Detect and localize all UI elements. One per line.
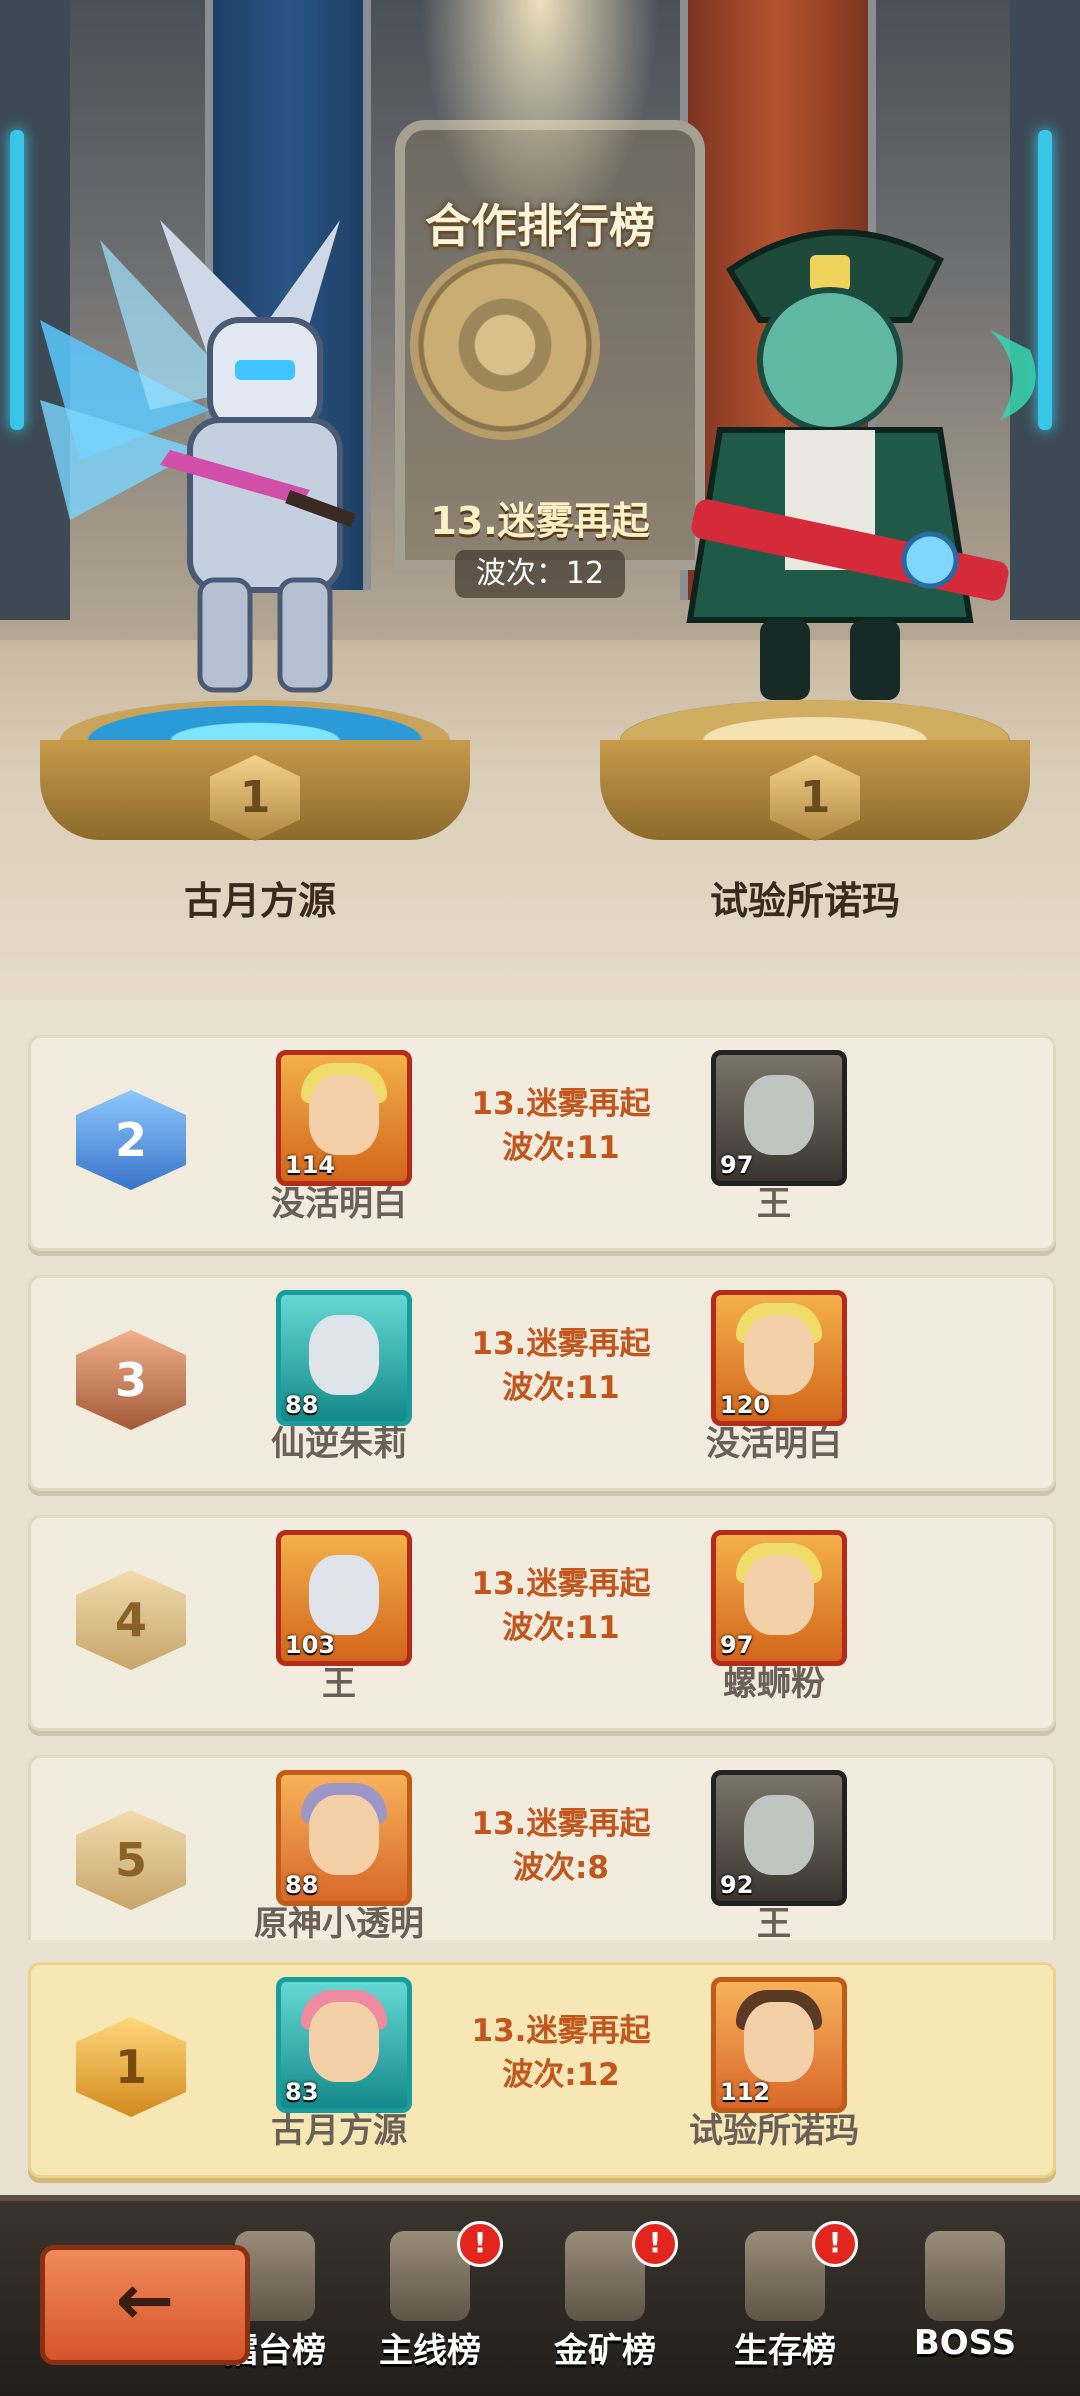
avatar[interactable]: 97 [711,1050,847,1186]
tab-gold-mine[interactable]: ! 金矿榜 [520,2221,690,2381]
skull-icon [925,2231,1005,2321]
back-button[interactable]: ← [40,2245,250,2365]
stage-name: 13.迷雾再起 [471,2013,651,2049]
tab-label: 金矿榜 [554,2331,656,2371]
stage-name: 13.迷雾再起 [471,1566,651,1602]
avatar[interactable]: 88 [276,1770,412,1906]
tab-label: BOSS [913,2323,1017,2363]
level-label: 83 [285,2078,319,2106]
tab-main-line[interactable]: ! 主线榜 [345,2221,515,2381]
rank-badge: 1 [76,2017,186,2117]
stage-name: 13.迷雾再起 [471,1326,651,1362]
rank-row[interactable]: 3 88 仙逆朱莉 13.迷雾再起 波次:11 120 没活明白 [28,1275,1056,1491]
wave-count: 波次:11 [502,1610,620,1646]
level-label: 114 [285,1151,336,1179]
tab-label: 生存榜 [734,2331,836,2371]
avatar[interactable]: 97 [711,1530,847,1666]
alert-badge: ! [812,2221,858,2267]
tab-survival[interactable]: ! 生存榜 [700,2221,870,2381]
top-player-right-name[interactable]: 试验所诺玛 [605,870,1005,925]
player-name: 王 [757,1184,791,1224]
level-label: 97 [720,1151,754,1179]
rank-row[interactable]: 4 103 王 13.迷雾再起 波次:11 97 螺蛳粉 [28,1515,1056,1731]
avatar[interactable]: 83 [276,1977,412,2113]
rank-badge: 2 [76,1090,186,1190]
level-label: 92 [720,1871,754,1899]
player-name: 王 [322,1664,356,1704]
wave-count: 波次:12 [502,2057,620,2093]
alert-badge: ! [457,2221,503,2267]
arrow-left-icon: ← [115,2259,175,2341]
my-rank-row[interactable]: 1 83 古月方源 13.迷雾再起 波次:12 112 试验所诺玛 [28,1962,1056,2178]
tab-boss[interactable]: BOSS [880,2231,1050,2381]
wave-count: 波次:11 [502,1130,620,1166]
top-stage-name: 13.迷雾再起 [430,499,650,543]
level-label: 103 [285,1631,336,1659]
player-name: 王 [757,1904,791,1940]
level-label: 112 [720,2078,771,2106]
avatar[interactable]: 103 [276,1530,412,1666]
pedestal-left: 1 [40,700,470,850]
avatar[interactable]: 92 [711,1770,847,1906]
rank-row[interactable]: 2 114 没活明白 13.迷雾再起 波次:11 97 王 [28,1035,1056,1251]
player-name: 螺蛳粉 [723,1664,825,1704]
rank-list[interactable]: 2 114 没活明白 13.迷雾再起 波次:11 97 王 3 88 仙逆朱莉 … [0,1020,1080,1940]
top-player-left-name[interactable]: 古月方源 [60,870,460,925]
avatar[interactable]: 88 [276,1290,412,1426]
level-label: 120 [720,1391,771,1419]
level-label: 88 [285,1391,319,1419]
rank-badge: 4 [76,1570,186,1670]
level-label: 88 [285,1871,319,1899]
player-name: 试验所诺玛 [689,2111,859,2151]
tab-label: 主线榜 [379,2331,481,2371]
light-left [10,130,24,430]
wave-count: 波次:8 [513,1850,609,1886]
pirate-character[interactable] [610,200,1050,730]
hero-banner: 合作排行榜 1 1 13.迷雾再起 波次：12 古月方源 试验所诺玛 [0,0,1080,1000]
avatar[interactable]: 120 [711,1290,847,1426]
level-label: 97 [720,1631,754,1659]
rank-badge: 5 [76,1810,186,1910]
top-wave-badge: 波次：12 [455,550,625,598]
player-name: 没活明白 [706,1424,842,1464]
avatar[interactable]: 112 [711,1977,847,2113]
rank-row[interactable]: 5 88 原神小透明 13.迷雾再起 波次:8 92 王 [28,1755,1056,1940]
player-name: 古月方源 [271,2111,407,2151]
avatar[interactable]: 114 [276,1050,412,1186]
player-name: 仙逆朱莉 [271,1424,407,1464]
player-name: 没活明白 [271,1184,407,1224]
stage-name: 13.迷雾再起 [471,1806,651,1842]
player-name: 原神小透明 [254,1904,424,1940]
rank-badge: 3 [76,1330,186,1430]
pedestal-right: 1 [600,700,1030,850]
alert-badge: ! [632,2221,678,2267]
mech-character[interactable] [40,160,480,720]
stage-name: 13.迷雾再起 [471,1086,651,1122]
wave-count: 波次:11 [502,1370,620,1406]
